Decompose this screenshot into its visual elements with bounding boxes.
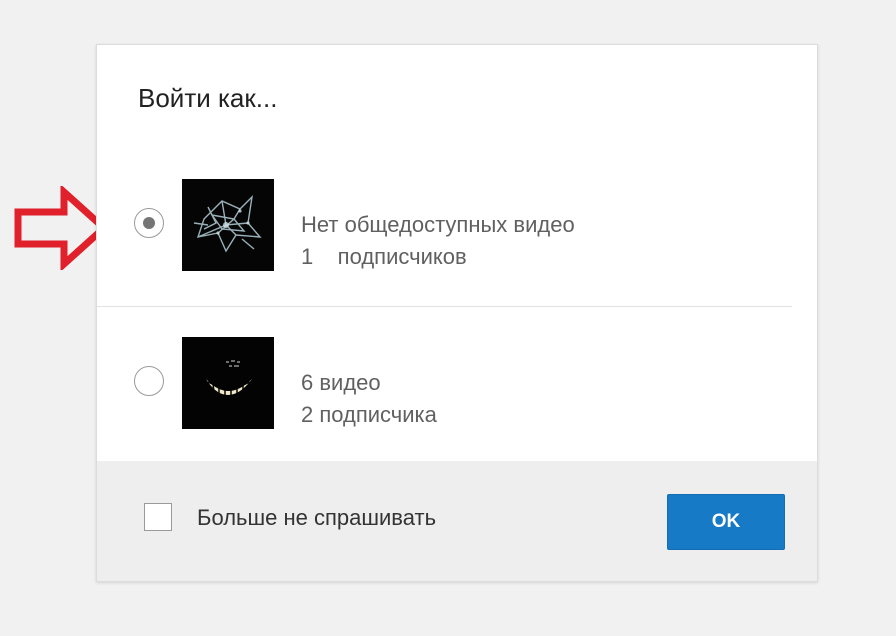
account-radio-2[interactable]	[134, 366, 164, 396]
dialog-footer: Больше не спрашивать OK	[97, 461, 817, 581]
dark-abstract-avatar-icon	[182, 179, 274, 271]
radio-selected-dot	[143, 217, 155, 229]
account-info-2: 6 видео 2 подписчика	[301, 367, 437, 431]
cheshire-grin-avatar-icon	[182, 337, 274, 429]
account-radio-1[interactable]	[134, 208, 164, 238]
account-option-2[interactable]: 6 видео 2 подписчика	[97, 307, 817, 465]
subscribers-count-text: 2 подписчика	[301, 402, 437, 427]
login-as-dialog: Войти как... Нет общедоступных видео 1 п…	[96, 44, 818, 582]
dialog-title: Войти как...	[138, 83, 278, 113]
subscribers-count-text: 1 подписчиков	[301, 244, 467, 269]
account-option-1[interactable]: Нет общедоступных видео 1 подписчиков	[97, 149, 792, 307]
account-info-1: Нет общедоступных видео 1 подписчиков	[301, 209, 575, 273]
page: Войти как... Нет общедоступных видео 1 п…	[0, 0, 896, 636]
ok-button[interactable]: OK	[667, 494, 785, 550]
dont-ask-label[interactable]: Больше не спрашивать	[197, 505, 436, 531]
videos-count-text: Нет общедоступных видео	[301, 212, 575, 237]
dont-ask-checkbox[interactable]	[144, 503, 172, 531]
videos-count-text: 6 видео	[301, 370, 381, 395]
